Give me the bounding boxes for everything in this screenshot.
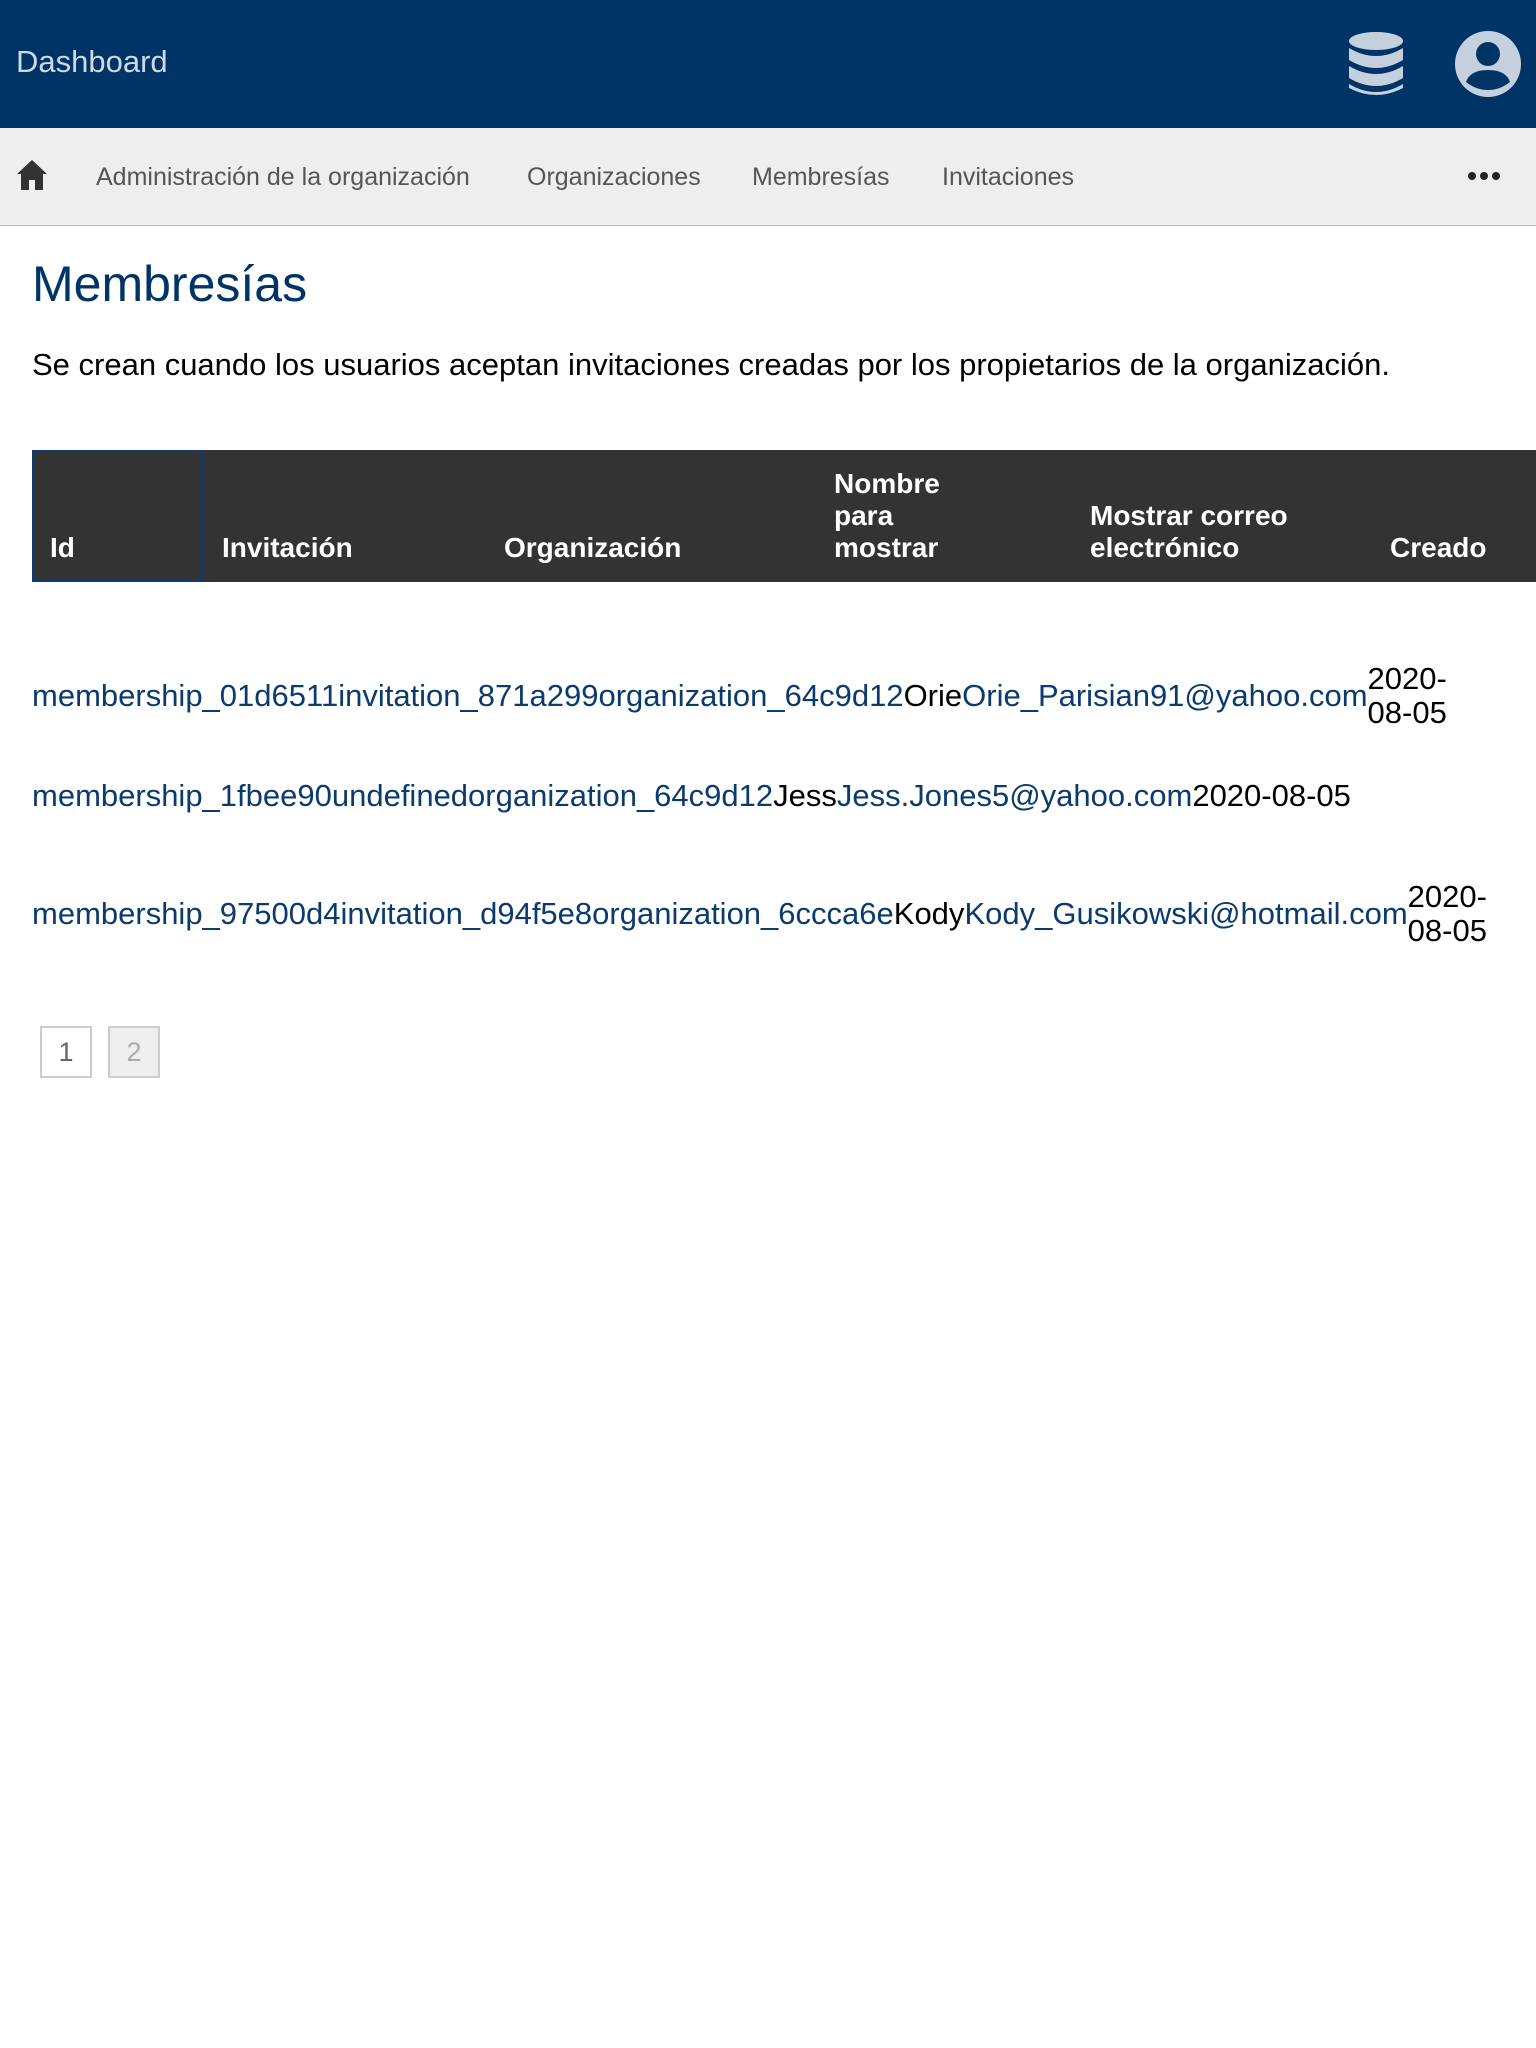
nav-item-organization-admin[interactable]: Administración de la organización xyxy=(96,162,470,192)
table-row: membership_01d6511 invitation_871a299 orga… xyxy=(32,656,1452,736)
nav-item-memberships[interactable]: Membresías xyxy=(752,162,890,192)
email-link[interactable]: Kody_Gusikowski@hotmail.com xyxy=(964,897,1407,931)
created-date: 2020-08-05 xyxy=(1407,879,1487,948)
page-description: Se crean cuando los usuarios aceptan inv… xyxy=(32,347,1390,382)
home-icon[interactable] xyxy=(16,158,48,192)
membership-id-link[interactable]: membership_1fbee90 xyxy=(32,779,332,813)
more-horizontal-icon[interactable] xyxy=(1466,168,1502,184)
column-header-invitation[interactable]: Invitación xyxy=(222,532,353,564)
membership-id-link[interactable]: membership_01d6511 xyxy=(32,679,338,713)
created-date: 2020-08-05 xyxy=(1367,661,1447,730)
created-date: 2020-08-05 xyxy=(1192,778,1351,813)
email-link[interactable]: Orie_Parisian91@yahoo.com xyxy=(962,679,1367,713)
column-header-display-email[interactable]: Mostrar correo electrónico xyxy=(1090,500,1290,564)
email-link[interactable]: Jess.Jones5@yahoo.com xyxy=(837,779,1192,813)
membership-id-link[interactable]: membership_97500d4 xyxy=(32,897,341,931)
column-header-organization[interactable]: Organización xyxy=(504,532,681,564)
app-header: Dashboard xyxy=(0,0,1536,128)
account-circle-icon[interactable] xyxy=(1454,30,1522,98)
secondary-nav: Administración de la organización Organi… xyxy=(0,128,1536,226)
organization-link[interactable]: organization_64c9d12 xyxy=(598,679,903,713)
display-name: Orie xyxy=(903,678,963,713)
organization-link[interactable]: organization_64c9d12 xyxy=(468,779,773,813)
nav-item-invitations[interactable]: Invitaciones xyxy=(942,162,1074,192)
invitation-link[interactable]: invitation_871a299 xyxy=(338,679,598,713)
table-row: membership_97500d4 invitation_d94f5e8 orga… xyxy=(32,874,1492,954)
page-title: Membresías xyxy=(32,256,308,312)
display-name: Jess xyxy=(773,778,837,813)
table-header: Id Invitación Organización Nombre para m… xyxy=(32,450,1536,582)
invitation-link[interactable]: invitation_d94f5e8 xyxy=(341,897,593,931)
invitation-link[interactable]: undefined xyxy=(332,779,468,813)
pagination-page-1[interactable]: 1 xyxy=(40,1026,92,1078)
column-header-id[interactable]: Id xyxy=(50,532,75,564)
database-icon[interactable] xyxy=(1344,30,1408,98)
pagination-page-2[interactable]: 2 xyxy=(108,1026,160,1078)
table-row: membership_1fbee90 undefined organization_… xyxy=(32,756,1372,836)
organization-link[interactable]: organization_6ccca6e xyxy=(592,897,894,931)
column-header-display-name[interactable]: Nombre para mostrar xyxy=(834,468,974,564)
display-name: Kody xyxy=(893,896,965,931)
nav-item-organizations[interactable]: Organizaciones xyxy=(527,162,701,192)
brand-link[interactable]: Dashboard xyxy=(16,44,168,80)
column-header-created[interactable]: Creado xyxy=(1390,532,1486,564)
